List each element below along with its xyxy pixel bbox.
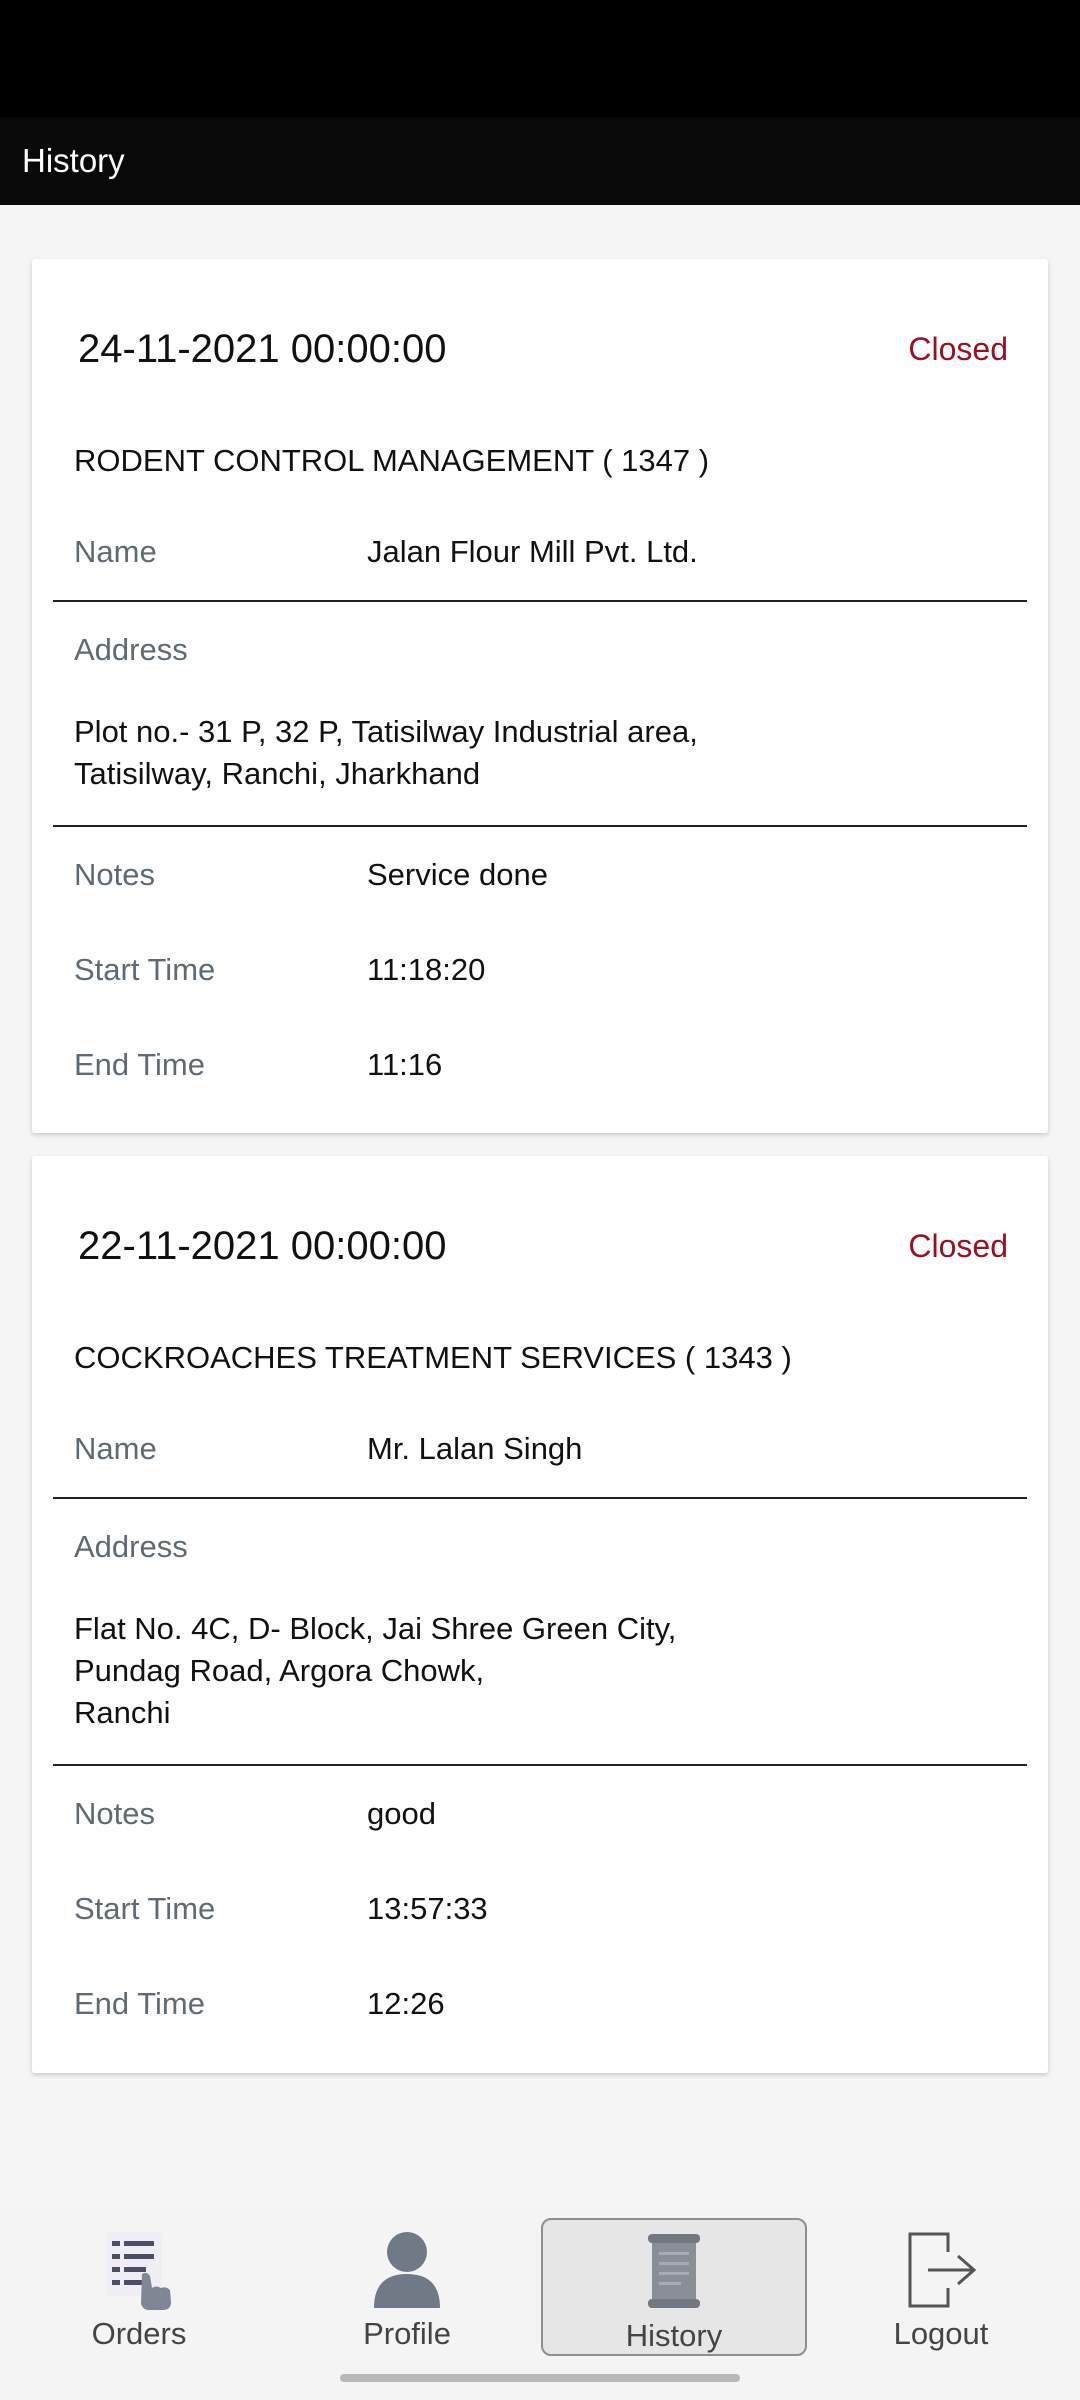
address-line: Flat No. 4C, D- Block, Jai Shree Green C…: [74, 1611, 677, 1646]
customer-name: Mr. Lalan Singh: [367, 1431, 583, 1466]
customer-name: Jalan Flour Mill Pvt. Ltd.: [367, 534, 698, 569]
notes-label: Notes: [74, 857, 155, 892]
nav-history-label: History: [625, 2318, 723, 2353]
start-time-label: Start Time: [74, 1891, 216, 1926]
status-badge: Closed: [908, 1228, 1008, 1264]
end-time-label: End Time: [74, 1986, 205, 2021]
address-label: Address: [74, 1529, 188, 1564]
end-time-value: 11:16: [367, 1047, 443, 1082]
start-time-value: 13:57:33: [367, 1891, 488, 1926]
nav-logout[interactable]: Logout: [808, 2218, 1074, 2356]
order-card[interactable]: 22-11-2021 00:00:00 Closed COCKROACHES T…: [32, 1156, 1048, 2073]
divider: [53, 1764, 1027, 1766]
profile-person-icon: [374, 2232, 440, 2308]
orders-list-icon: [107, 2232, 171, 2310]
address-label: Address: [74, 632, 188, 667]
start-time-value: 11:18:20: [367, 952, 486, 987]
nav-history[interactable]: History: [541, 2218, 807, 2356]
nav-orders[interactable]: Orders: [6, 2218, 272, 2356]
end-time-label: End Time: [74, 1047, 205, 1082]
address-line: Pundag Road, Argora Chowk,: [74, 1653, 485, 1688]
app-bar: History: [0, 117, 1080, 205]
customer-address: Flat No. 4C, D- Block, Jai Shree Green C…: [74, 1608, 676, 1734]
nav-profile[interactable]: Profile: [274, 2218, 540, 2356]
start-time-label: Start Time: [74, 952, 216, 987]
order-date: 22-11-2021 00:00:00: [78, 1224, 447, 1268]
end-time-value: 12:26: [367, 1986, 445, 2021]
service-title: COCKROACHES TREATMENT SERVICES ( 1343 ): [74, 1340, 792, 1375]
status-bar: [0, 0, 1080, 117]
divider: [53, 600, 1027, 602]
address-line: Ranchi: [74, 1695, 171, 1730]
nav-orders-label: Orders: [91, 2316, 187, 2351]
name-label: Name: [74, 534, 157, 569]
bottom-navigation: Orders Profile History Logout: [0, 2208, 1080, 2400]
nav-logout-label: Logout: [893, 2316, 989, 2351]
address-line: Plot no.- 31 P, 32 P, Tatisilway Industr…: [74, 714, 698, 749]
home-indicator: [340, 2374, 740, 2382]
history-scroll-icon: [648, 2234, 700, 2308]
service-title: RODENT CONTROL MANAGEMENT ( 1347 ): [74, 443, 710, 478]
notes-value: Service done: [367, 857, 548, 892]
nav-profile-label: Profile: [363, 2316, 451, 2351]
order-date: 24-11-2021 00:00:00: [78, 327, 447, 371]
logout-icon: [908, 2232, 976, 2308]
page-title: History: [22, 142, 125, 179]
customer-address: Plot no.- 31 P, 32 P, Tatisilway Industr…: [74, 711, 698, 795]
order-card[interactable]: 24-11-2021 00:00:00 Closed RODENT CONTRO…: [32, 259, 1048, 1133]
divider: [53, 1497, 1027, 1499]
divider: [53, 825, 1027, 827]
status-badge: Closed: [908, 331, 1008, 367]
address-line: Tatisilway, Ranchi, Jharkhand: [74, 756, 481, 791]
notes-label: Notes: [74, 1796, 155, 1831]
notes-value: good: [367, 1796, 436, 1831]
name-label: Name: [74, 1431, 157, 1466]
